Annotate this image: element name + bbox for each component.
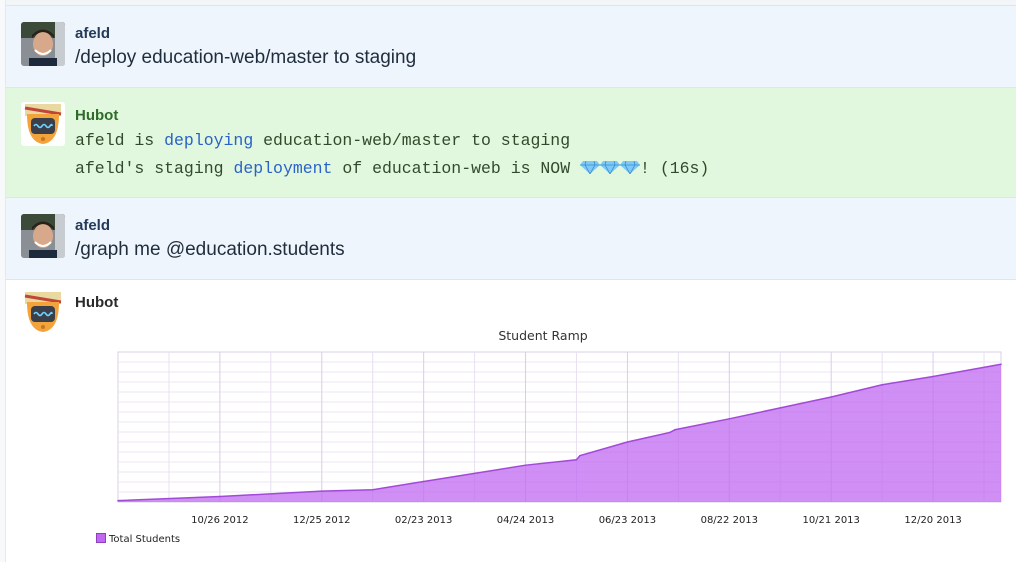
chat-message: afeld /deploy education-web/master to st… xyxy=(6,6,1016,88)
chat-message: afeld /graph me @education.students xyxy=(6,198,1016,280)
message-line: afeld's staging deployment of education-… xyxy=(75,159,709,178)
legend-label: Total Students xyxy=(109,534,181,545)
message-author[interactable]: Hubot xyxy=(75,294,118,311)
chat-message: Hubot afeld is deploying education-web/m… xyxy=(6,88,1016,198)
chat-message: Hubot xyxy=(6,280,1016,562)
avatar[interactable] xyxy=(21,102,65,146)
message-text: /deploy education-web/master to staging xyxy=(75,47,417,68)
legend-swatch xyxy=(96,533,106,543)
chart-legend: Total Students xyxy=(96,533,180,545)
message-author[interactable]: Hubot xyxy=(75,107,118,124)
text-segment: of education-web is NOW xyxy=(332,159,581,178)
user-avatar-icon xyxy=(21,22,65,66)
chat-window: afeld /deploy education-web/master to st… xyxy=(0,0,1016,562)
avatar[interactable] xyxy=(21,214,65,258)
gem-icon xyxy=(580,160,601,174)
keyword-link[interactable]: deploying xyxy=(164,131,253,150)
user-avatar-icon xyxy=(21,214,65,258)
gem-icon xyxy=(600,160,621,174)
message-author[interactable]: afeld xyxy=(75,25,110,42)
chart-title: Student Ramp xyxy=(498,328,588,343)
avatar[interactable] xyxy=(21,22,65,66)
message-line: afeld is deploying education-web/master … xyxy=(75,131,570,150)
hubot-avatar-icon xyxy=(21,102,65,146)
message-text: /graph me @education.students xyxy=(75,239,345,260)
text-segment: ! (16s) xyxy=(640,159,710,178)
message-author[interactable]: afeld xyxy=(75,217,110,234)
text-segment: education-web/master to staging xyxy=(253,131,571,150)
gem-icon xyxy=(620,160,641,174)
keyword-link[interactable]: deployment xyxy=(233,159,332,178)
text-segment: afeld is xyxy=(75,131,165,150)
text-segment: afeld's staging xyxy=(75,159,234,178)
